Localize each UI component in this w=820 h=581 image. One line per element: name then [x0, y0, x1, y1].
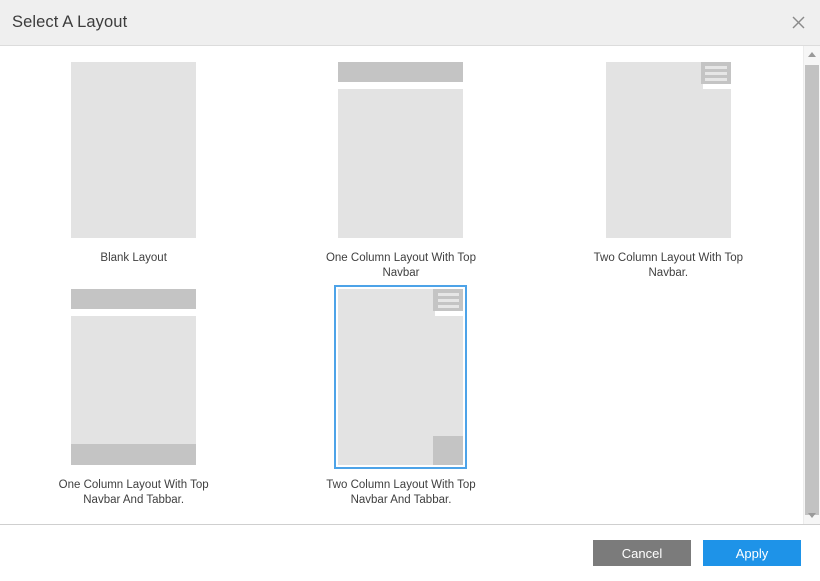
- layout-option-label: Blank Layout: [100, 252, 167, 264]
- preview-navbar-block: [71, 289, 197, 309]
- scrollbar-thumb[interactable]: [805, 65, 819, 515]
- layout-option-blank-layout[interactable]: Blank Layout: [0, 58, 267, 285]
- thumbnail-preview: [338, 62, 464, 238]
- layout-thumbnail-two-column-top-navbar: [601, 58, 735, 242]
- preview-tabbar-block: [71, 444, 197, 465]
- layout-thumbnail-blank-layout: [67, 58, 201, 242]
- dialog-header: Select A Layout: [0, 0, 820, 46]
- scroll-up-arrow-icon[interactable]: [804, 46, 820, 63]
- cancel-button[interactable]: Cancel: [593, 540, 691, 566]
- layout-option-label: Two Column Layout With Top Navbar.: [593, 252, 744, 279]
- thumbnail-preview: [71, 289, 197, 465]
- scroll-down-arrow-glyph: [808, 513, 816, 518]
- thumbnail-preview: [71, 62, 197, 238]
- layout-option-label: Two Column Layout With Top Navbar And Ta…: [326, 479, 476, 506]
- scroll-up-arrow-glyph: [808, 52, 816, 57]
- layout-option-label: One Column Layout With Top Navbar: [325, 252, 476, 279]
- preview-content-block: [71, 316, 197, 445]
- layout-options-grid: Blank Layout One Column Layout With Top …: [0, 46, 802, 524]
- select-layout-dialog: Select A Layout Blank Layout One Column …: [0, 0, 820, 581]
- dialog-body: Blank Layout One Column Layout With Top …: [0, 46, 820, 524]
- scroll-down-arrow-icon[interactable]: [804, 507, 820, 524]
- preview-right-tabbar-block: [433, 436, 464, 465]
- hamburger-menu-icon: [700, 62, 731, 84]
- layout-thumbnail-one-column-top-navbar: [334, 58, 468, 242]
- layout-option-one-column-top-navbar-tabbar[interactable]: One Column Layout With Top Navbar And Ta…: [0, 285, 267, 512]
- preview-content-block: [71, 62, 197, 238]
- layout-option-one-column-top-navbar[interactable]: One Column Layout With Top Navbar: [267, 58, 534, 285]
- dialog-title: Select A Layout: [12, 13, 128, 31]
- layout-thumbnail-one-column-top-navbar-tabbar: [67, 285, 201, 469]
- preview-right-column-block: [700, 89, 731, 238]
- preview-content-block: [338, 89, 464, 238]
- layout-option-two-column-top-navbar[interactable]: Two Column Layout With Top Navbar.: [535, 58, 802, 285]
- thumbnail-preview: [338, 289, 464, 465]
- preview-right-column-block: [433, 316, 464, 444]
- layout-option-label: One Column Layout With Top Navbar And Ta…: [58, 479, 209, 506]
- layout-thumbnail-two-column-top-navbar-tabbar: [334, 285, 468, 469]
- thumbnail-preview: [605, 62, 731, 238]
- layout-option-two-column-top-navbar-tabbar[interactable]: Two Column Layout With Top Navbar And Ta…: [267, 285, 534, 512]
- preview-left-column-block: [338, 289, 436, 465]
- close-icon[interactable]: [785, 10, 811, 36]
- hamburger-menu-icon: [433, 289, 464, 311]
- dialog-footer: Cancel Apply: [0, 524, 820, 581]
- apply-button[interactable]: Apply: [703, 540, 801, 566]
- vertical-scrollbar[interactable]: [803, 46, 820, 524]
- preview-left-column-block: [605, 62, 703, 238]
- preview-navbar-block: [338, 62, 464, 82]
